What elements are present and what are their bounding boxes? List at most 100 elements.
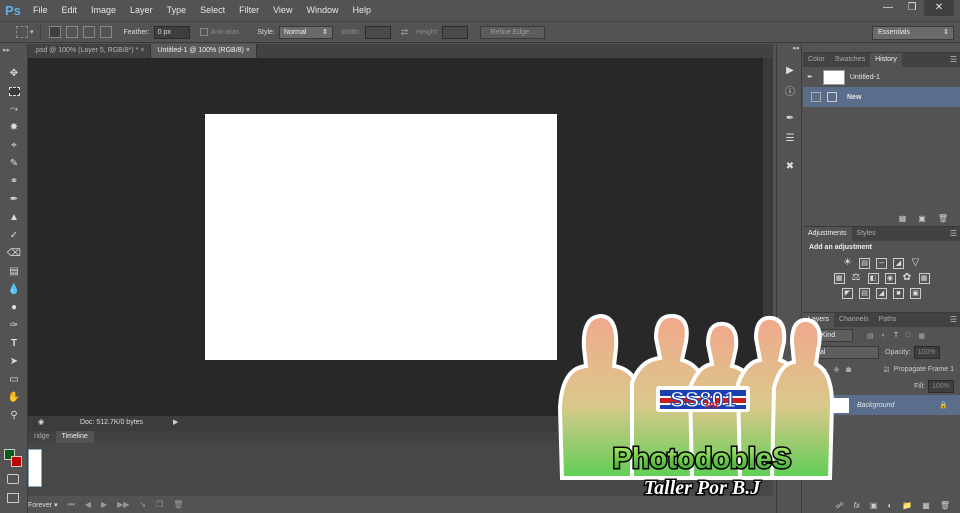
lock-all-icon[interactable]: ☗ xyxy=(845,366,851,374)
quick-mask-icon[interactable] xyxy=(7,474,19,484)
minimize-icon[interactable]: — xyxy=(876,0,900,16)
healing-brush-icon[interactable]: ⚭ xyxy=(0,172,28,190)
menu-help[interactable]: Help xyxy=(345,0,378,20)
play-icon[interactable]: ▶ xyxy=(101,500,107,509)
subtract-from-selection-icon[interactable] xyxy=(82,26,95,38)
move-tool-icon[interactable]: ✥ xyxy=(0,64,28,82)
gradient-map-icon[interactable]: ▣ xyxy=(910,288,921,299)
marquee-tool-preset-icon[interactable] xyxy=(16,26,28,38)
filter-type-icon[interactable]: T xyxy=(894,332,898,339)
filter-smart-object-icon[interactable]: ▦ xyxy=(918,332,925,340)
exposure-icon[interactable]: ◢ xyxy=(893,258,904,269)
fx-icon[interactable]: fx xyxy=(854,501,860,513)
chevron-down-icon[interactable]: ▾ xyxy=(30,28,34,36)
first-frame-icon[interactable]: ⏮ xyxy=(68,500,75,510)
antialias-checkbox[interactable] xyxy=(199,28,208,36)
channel-mixer-icon[interactable]: ✿ xyxy=(902,273,913,284)
collapse-icon[interactable]: ◂◂ xyxy=(777,44,801,60)
menu-view[interactable]: View xyxy=(266,0,299,20)
history-state-new[interactable]: New xyxy=(803,87,960,107)
tab-styles[interactable]: Styles xyxy=(852,227,881,241)
trash-icon[interactable]: 🗑 xyxy=(938,214,948,226)
close-icon[interactable]: × xyxy=(140,47,144,54)
tab-color[interactable]: Color xyxy=(803,53,830,67)
panel-menu-icon[interactable]: ☰ xyxy=(950,53,957,67)
screen-mode-icon[interactable] xyxy=(7,493,19,503)
history-brush-source-icon[interactable]: ✒ xyxy=(807,73,813,81)
swap-icon[interactable]: ⇄ xyxy=(401,27,409,38)
marquee-tool-icon[interactable] xyxy=(0,82,28,100)
workspace-select[interactable]: Essentials ⇕ xyxy=(872,26,954,40)
tab-document-psd[interactable]: .psd @ 100% (Layer 5, RGB/8*) * × xyxy=(28,44,152,58)
rectangle-tool-icon[interactable]: ▭ xyxy=(0,370,28,388)
tab-history[interactable]: History xyxy=(870,53,902,67)
history-brush-icon[interactable]: ✓ xyxy=(0,226,28,244)
black-white-icon[interactable]: ◧ xyxy=(867,273,879,284)
play-actions-icon[interactable]: ▶ xyxy=(777,60,803,80)
menu-select[interactable]: Select xyxy=(193,0,232,20)
dodge-tool-icon[interactable]: ● xyxy=(0,298,28,316)
style-select[interactable]: Normal ⇕ xyxy=(278,25,333,39)
menu-filter[interactable]: Filter xyxy=(232,0,266,20)
tab-bridge[interactable]: ridge xyxy=(28,431,56,443)
brightness-contrast-icon[interactable]: ☀ xyxy=(842,258,853,269)
close-icon[interactable]: × xyxy=(246,47,250,54)
eraser-icon[interactable]: ⌫ xyxy=(0,244,28,262)
lock-position-icon[interactable]: ✥ xyxy=(834,366,840,374)
delete-frame-icon[interactable]: 🗑 xyxy=(173,500,183,509)
properties-icon[interactable]: ☰ xyxy=(777,128,803,148)
invert-icon[interactable]: ◤ xyxy=(842,288,853,299)
feather-input[interactable]: 0 px xyxy=(153,25,190,39)
color-balance-icon[interactable]: ⚖ xyxy=(851,273,862,284)
threshold-icon[interactable]: ◢ xyxy=(876,288,887,299)
gradient-tool-icon[interactable]: ▤ xyxy=(0,262,28,280)
opacity-input[interactable]: 100% xyxy=(913,346,940,359)
tab-swatches[interactable]: Swatches xyxy=(830,53,870,67)
duplicate-frame-icon[interactable]: ❐ xyxy=(156,500,163,509)
selective-color-icon[interactable]: ■ xyxy=(893,288,904,299)
crop-tool-icon[interactable]: ⌖ xyxy=(0,136,28,154)
hue-saturation-icon[interactable]: ▦ xyxy=(833,273,845,284)
width-input[interactable] xyxy=(364,25,391,39)
magic-wand-icon[interactable]: ✸ xyxy=(0,118,28,136)
lasso-tool-icon[interactable]: ⤳ xyxy=(0,100,28,118)
history-snapshot[interactable]: ✒ Untitled-1 xyxy=(803,67,960,87)
menu-type[interactable]: Type xyxy=(160,0,194,20)
loop-select[interactable]: Forever ▾ xyxy=(28,501,58,509)
path-selection-icon[interactable]: ➤ xyxy=(0,352,28,370)
animation-frame-1[interactable] xyxy=(28,449,42,487)
panel-menu-icon[interactable]: ☰ xyxy=(950,227,957,241)
filter-pixel-icon[interactable]: ▤ xyxy=(867,332,874,340)
group-folder-icon[interactable]: 📁 xyxy=(902,501,912,513)
filter-shape-icon[interactable]: □ xyxy=(906,332,910,339)
blur-tool-icon[interactable]: 💧 xyxy=(0,280,28,298)
new-selection-icon[interactable] xyxy=(48,26,61,38)
tab-paths[interactable]: Paths xyxy=(874,313,902,327)
tab-untitled-1[interactable]: Untitled-1 @ 100% (RGB/8) × xyxy=(151,44,257,58)
menu-file[interactable]: File xyxy=(26,0,55,20)
color-lookup-icon[interactable]: ▦ xyxy=(918,273,930,284)
menu-edit[interactable]: Edit xyxy=(55,0,85,20)
zoom-icon[interactable]: ◉ xyxy=(38,416,44,430)
menu-window[interactable]: Window xyxy=(299,0,345,20)
photo-filter-icon[interactable]: ◉ xyxy=(884,273,896,284)
panel-menu-icon[interactable]: ☰ xyxy=(950,313,957,327)
close-icon[interactable]: ✕ xyxy=(924,0,954,16)
type-tool-icon[interactable]: T xyxy=(0,334,28,352)
zoom-tool-icon[interactable]: ⚲ xyxy=(0,406,28,424)
clone-stamp-icon[interactable]: ▲ xyxy=(0,208,28,226)
intersect-selection-icon[interactable] xyxy=(99,26,112,38)
pen-tool-icon[interactable]: ✑ xyxy=(0,316,28,334)
background-color-swatch[interactable] xyxy=(11,456,22,467)
propagate-checkbox[interactable]: ☑ xyxy=(883,366,889,374)
curves-icon[interactable]: ∽ xyxy=(876,258,887,269)
brush-presets-icon[interactable]: ✒ xyxy=(777,108,803,128)
restore-icon[interactable]: ❐ xyxy=(900,0,924,16)
history-brush-source-icon[interactable] xyxy=(811,92,821,102)
tab-timeline[interactable]: Timeline xyxy=(55,431,94,443)
previous-frame-icon[interactable]: ◀ xyxy=(85,500,91,509)
status-menu-arrow-icon[interactable]: ▶ xyxy=(173,416,178,430)
new-layer-icon[interactable]: ▦ xyxy=(922,501,930,513)
camera-icon[interactable]: ▣ xyxy=(918,214,926,226)
tab-channels[interactable]: Channels xyxy=(834,313,874,327)
